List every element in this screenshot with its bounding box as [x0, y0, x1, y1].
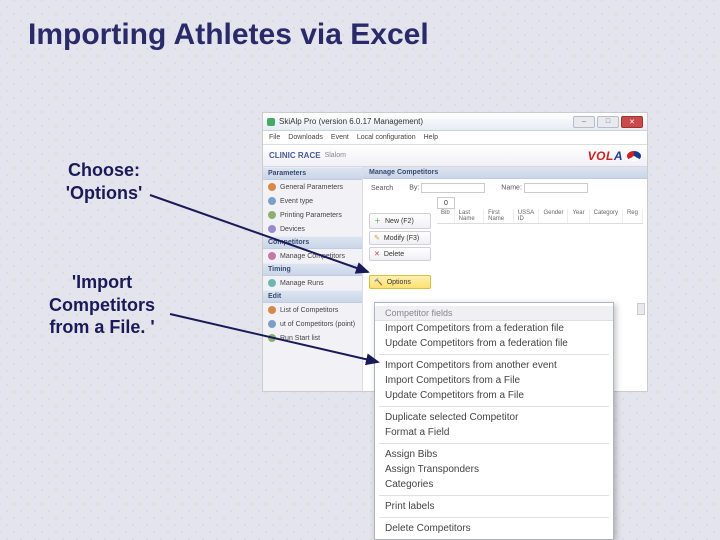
slide-title: Importing Athletes via Excel — [0, 0, 720, 52]
separator — [379, 406, 609, 407]
options-button[interactable]: 🔨Options — [369, 275, 431, 289]
dd-delete-competitors[interactable]: Delete Competitors — [375, 521, 613, 536]
by-label: By: — [409, 185, 419, 192]
sidebar-item-manage-competitors[interactable]: Manage Competitors — [263, 249, 362, 263]
minimize-button[interactable]: – — [573, 116, 595, 128]
sidebar-item-printing[interactable]: Printing Parameters — [263, 208, 362, 222]
window-title: SkiAlp Pro (version 6.0.17 Management) — [279, 117, 423, 126]
list-icon — [268, 306, 276, 314]
gear-icon — [268, 183, 276, 191]
col-firstname[interactable]: First Name — [484, 209, 514, 223]
sidebar-item-general[interactable]: General Parameters — [263, 180, 362, 194]
sidebar-item-list-point[interactable]: ut of Competitors (point) — [263, 317, 362, 331]
col-reg[interactable]: Reg — [623, 209, 643, 223]
col-gender[interactable]: Gender — [539, 209, 568, 223]
competitors-grid: Bib Last Name First Name USSA ID Gender … — [437, 209, 643, 223]
delete-button[interactable]: ✕Delete — [369, 247, 431, 261]
col-ussa[interactable]: USSA ID — [514, 209, 540, 223]
pencil-icon: ✎ — [374, 234, 380, 242]
tag-icon — [268, 197, 276, 205]
maximize-button[interactable]: □ — [597, 116, 619, 128]
dropdown-header: Competitor fields — [375, 306, 613, 321]
sidebar-item-run-startlist[interactable]: Run Start list — [263, 331, 362, 345]
app-icon — [267, 118, 275, 126]
menu-local-config[interactable]: Local configuration — [357, 134, 416, 141]
close-button[interactable]: ✕ — [621, 116, 643, 128]
dd-format-field[interactable]: Format a Field — [375, 425, 613, 440]
action-buttons: ＋New (F2) ✎Modify (F3) ✕Delete 🔨Options — [369, 213, 431, 291]
sidebar-header-edit: Edit — [263, 290, 362, 303]
new-button[interactable]: ＋New (F2) — [369, 213, 431, 229]
hammer-icon: 🔨 — [374, 278, 383, 286]
name-label: Name: — [501, 185, 522, 192]
menu-downloads[interactable]: Downloads — [288, 134, 323, 141]
sidebar-header-competitors: Competitors — [263, 236, 362, 249]
menu-file[interactable]: File — [269, 134, 280, 141]
dd-categories[interactable]: Categories — [375, 477, 613, 492]
list-icon — [268, 320, 276, 328]
flag-icon — [268, 334, 276, 342]
dd-update-file[interactable]: Update Competitors from a File — [375, 388, 613, 403]
separator — [379, 495, 609, 496]
search-label: Search — [371, 185, 393, 192]
dd-assign-bibs[interactable]: Assign Bibs — [375, 447, 613, 462]
separator — [379, 354, 609, 355]
x-icon: ✕ — [374, 250, 380, 258]
search-by-input[interactable] — [421, 183, 485, 193]
event-discipline: Slalom — [325, 152, 346, 159]
search-bar: Search By: Name: — [363, 179, 647, 197]
sidebar-header-timing: Timing — [263, 263, 362, 276]
flag-icon — [627, 151, 641, 161]
dd-update-federation[interactable]: Update Competitors from a federation fil… — [375, 336, 613, 351]
menu-event[interactable]: Event — [331, 134, 349, 141]
col-bib[interactable]: Bib — [437, 209, 455, 223]
sidebar-header-parameters: Parameters — [263, 167, 362, 180]
event-header: CLINIC RACE Slalom VOLA — [263, 145, 647, 167]
event-name: CLINIC RACE — [269, 151, 321, 160]
menu-help[interactable]: Help — [424, 134, 438, 141]
dd-duplicate[interactable]: Duplicate selected Competitor — [375, 410, 613, 425]
col-category[interactable]: Category — [590, 209, 623, 223]
menubar: File Downloads Event Local configuration… — [263, 131, 647, 145]
device-icon — [268, 225, 276, 233]
separator — [379, 443, 609, 444]
sidebar-item-devices[interactable]: Devices — [263, 222, 362, 236]
titlebar: SkiAlp Pro (version 6.0.17 Management) –… — [263, 113, 647, 131]
callout-import-file: 'Import Competitors from a File. ' — [22, 271, 182, 339]
plus-icon: ＋ — [374, 216, 381, 226]
sidebar-item-manage-runs[interactable]: Manage Runs — [263, 276, 362, 290]
modify-button[interactable]: ✎Modify (F3) — [369, 231, 431, 245]
clock-icon — [268, 279, 276, 287]
sidebar-item-event-type[interactable]: Event type — [263, 194, 362, 208]
page-number[interactable]: 0 — [437, 197, 455, 209]
people-icon — [268, 252, 276, 260]
dd-print-labels[interactable]: Print labels — [375, 499, 613, 514]
dd-import-file[interactable]: Import Competitors from a File — [375, 373, 613, 388]
printer-icon — [268, 211, 276, 219]
col-year[interactable]: Year — [568, 209, 589, 223]
sidebar: Parameters General Parameters Event type… — [263, 167, 363, 391]
col-lastname[interactable]: Last Name — [455, 209, 484, 223]
dd-import-event[interactable]: Import Competitors from another event — [375, 358, 613, 373]
dd-assign-transponders[interactable]: Assign Transponders — [375, 462, 613, 477]
dd-import-federation[interactable]: Import Competitors from a federation fil… — [375, 321, 613, 336]
search-name-input[interactable] — [524, 183, 588, 193]
callout-choose-options: Choose: 'Options' — [44, 159, 164, 204]
separator — [379, 517, 609, 518]
panel-title: Manage Competitors — [363, 167, 647, 179]
scrollbar[interactable] — [637, 303, 645, 315]
options-dropdown: Competitor fields Import Competitors fro… — [374, 302, 614, 540]
sidebar-item-list[interactable]: List of Competitors — [263, 303, 362, 317]
brand-logo: VOLA — [588, 149, 623, 163]
